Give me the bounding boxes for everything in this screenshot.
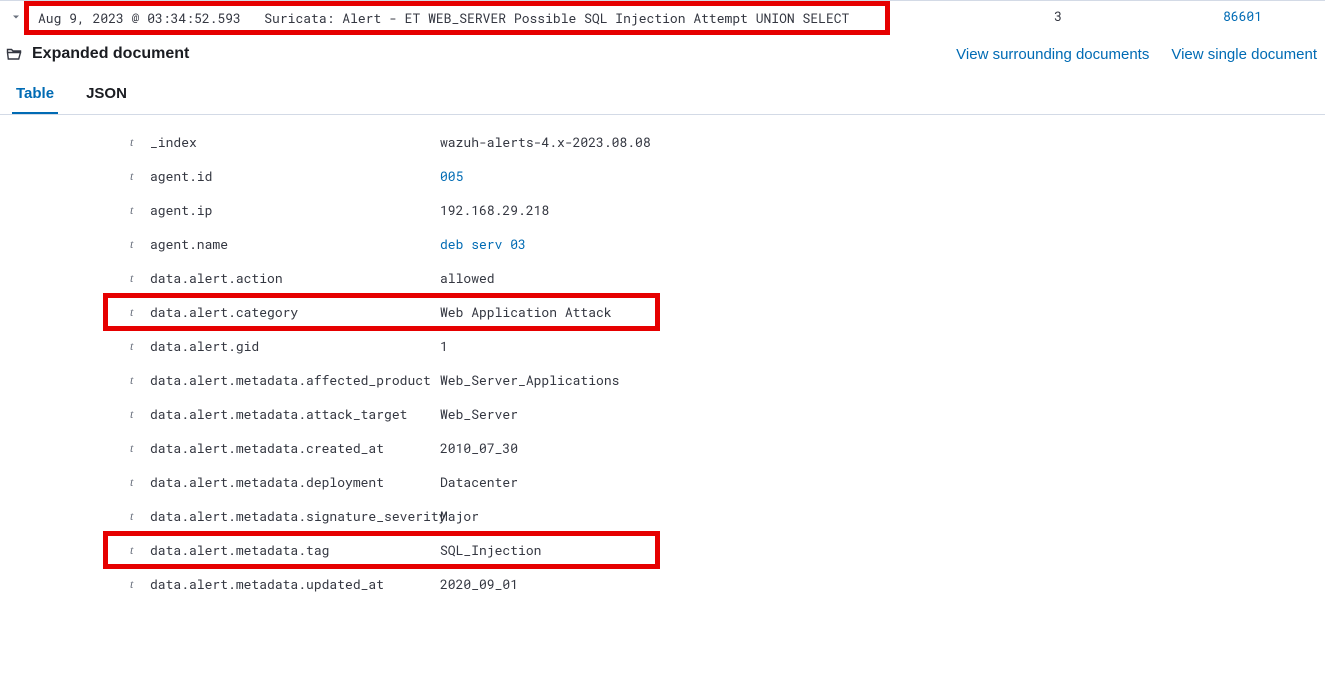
field-row[interactable]: t data.alert.metadata.deploymentDatacente… [0, 465, 1325, 499]
result-row: Aug 9, 2023 @ 03:34:52.593 Suricata: Ale… [0, 0, 1325, 33]
field-type-icon: t [130, 475, 133, 490]
field-type-col: t [0, 407, 150, 422]
field-row[interactable]: t data.alert.metadata.tagSQL_Injection [0, 533, 1325, 567]
field-key: data.alert.metadata.deployment [150, 473, 440, 491]
field-type-col: t [0, 475, 150, 490]
field-type-col: t [0, 237, 150, 252]
field-type-col: t [0, 169, 150, 184]
field-key: _index [150, 133, 440, 151]
field-key: data.alert.metadata.updated_at [150, 575, 440, 593]
field-type-icon: t [130, 407, 133, 422]
field-row[interactable]: t data.alert.metadata.affected_productWeb… [0, 363, 1325, 397]
field-key: data.alert.metadata.signature_severity [150, 507, 440, 525]
folder-open-icon [6, 46, 22, 62]
field-key: data.alert.metadata.created_at [150, 439, 440, 457]
view-surrounding-link[interactable]: View surrounding documents [956, 46, 1149, 63]
result-col-id[interactable]: 86601 [1082, 7, 1282, 25]
field-row[interactable]: t data.alert.gid1 [0, 329, 1325, 363]
expanded-doc-title: Expanded document [32, 45, 956, 63]
field-value: wazuh-alerts-4.x-2023.08.08 [440, 133, 1325, 151]
field-key: agent.id [150, 167, 440, 185]
field-type-col: t [0, 577, 150, 592]
field-row[interactable]: t agent.ip192.168.29.218 [0, 193, 1325, 227]
field-value: Web_Server_Applications [440, 371, 1325, 389]
field-type-col: t [0, 135, 150, 150]
field-type-col: t [0, 441, 150, 456]
field-key: data.alert.category [150, 303, 440, 321]
field-value: SQL_Injection [440, 541, 1325, 559]
field-value: allowed [440, 269, 1325, 287]
field-value: 2020_09_01 [440, 575, 1325, 593]
field-row[interactable]: t data.alert.categoryWeb Application Atta… [0, 295, 1325, 329]
field-type-col: t [0, 543, 150, 558]
field-type-icon: t [130, 339, 133, 354]
field-type-col: t [0, 339, 150, 354]
field-value: Datacenter [440, 473, 1325, 491]
field-type-icon: t [130, 543, 133, 558]
field-type-col: t [0, 305, 150, 320]
field-value: Web_Server [440, 405, 1325, 423]
chevron-down-icon [10, 11, 22, 23]
field-type-col: t [0, 373, 150, 388]
field-key: data.alert.action [150, 269, 440, 287]
field-row[interactable]: t agent.namedeb serv 03 [0, 227, 1325, 261]
field-type-icon: t [130, 271, 133, 286]
field-value: Web Application Attack [440, 303, 1325, 321]
field-type-icon: t [130, 135, 133, 150]
field-type-icon: t [130, 509, 133, 524]
field-type-col: t [0, 203, 150, 218]
field-type-col: t [0, 271, 150, 286]
field-key: agent.ip [150, 201, 440, 219]
tab-json[interactable]: JSON [82, 79, 131, 114]
field-row[interactable]: t data.alert.metadata.signature_severityM… [0, 499, 1325, 533]
field-type-icon: t [130, 305, 133, 320]
field-key: data.alert.metadata.tag [150, 541, 440, 559]
doc-view-tabs: Table JSON [0, 73, 1325, 115]
field-type-icon: t [130, 169, 133, 184]
field-type-col: t [0, 509, 150, 524]
field-row[interactable]: t _indexwazuh-alerts-4.x-2023.08.08 [0, 125, 1325, 159]
field-row[interactable]: t data.alert.metadata.attack_targetWeb_Se… [0, 397, 1325, 431]
field-type-icon: t [130, 577, 133, 592]
field-key: data.alert.metadata.attack_target [150, 405, 440, 423]
field-type-icon: t [130, 237, 133, 252]
field-value: Major [440, 507, 1325, 525]
field-row[interactable]: t data.alert.metadata.created_at2010_07_3… [0, 431, 1325, 465]
field-row[interactable]: t data.alert.actionallowed [0, 261, 1325, 295]
field-type-icon: t [130, 373, 133, 388]
field-type-icon: t [130, 441, 133, 456]
result-source: Suricata: Alert - ET WEB_SERVER Possible… [264, 9, 849, 27]
view-single-link[interactable]: View single document [1171, 46, 1317, 63]
field-row[interactable]: t agent.id005 [0, 159, 1325, 193]
field-type-icon: t [130, 203, 133, 218]
result-summary[interactable]: Aug 9, 2023 @ 03:34:52.593 Suricata: Ale… [32, 7, 882, 29]
field-row[interactable]: t data.alert.metadata.updated_at2020_09_0… [0, 567, 1325, 601]
tab-table[interactable]: Table [12, 79, 58, 114]
result-timestamp: Aug 9, 2023 @ 03:34:52.593 [38, 9, 241, 27]
collapse-toggle[interactable] [8, 9, 24, 25]
field-key: data.alert.metadata.affected_product [150, 371, 440, 389]
doc-action-links: View surrounding documents View single d… [956, 46, 1317, 63]
field-key: data.alert.gid [150, 337, 440, 355]
expanded-doc-header: Expanded document View surrounding docum… [0, 33, 1325, 71]
field-key: agent.name [150, 235, 440, 253]
field-table: t _indexwazuh-alerts-4.x-2023.08.08 t agent… [0, 115, 1325, 601]
result-col-count: 3 [882, 7, 1082, 25]
field-value: 1 [440, 337, 1325, 355]
field-value: 192.168.29.218 [440, 201, 1325, 219]
field-value: 2010_07_30 [440, 439, 1325, 457]
field-value[interactable]: 005 [440, 167, 1325, 185]
field-value[interactable]: deb serv 03 [440, 235, 1325, 253]
